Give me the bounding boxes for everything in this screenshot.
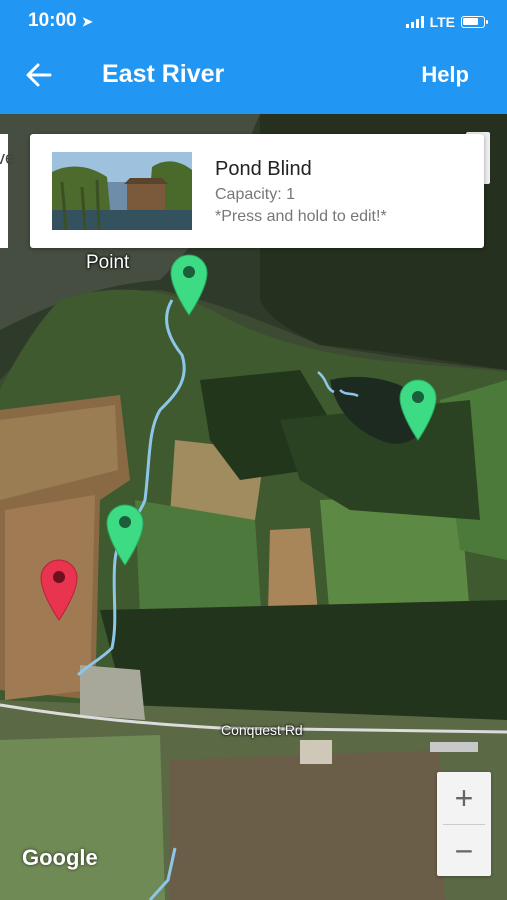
- network-label: LTE: [429, 14, 455, 30]
- page-title: East River: [102, 60, 225, 88]
- help-button[interactable]: Help: [421, 62, 469, 88]
- zoom-out-button[interactable]: −: [437, 825, 491, 877]
- status-time-text: 10:00: [28, 10, 77, 31]
- signal-icon: [405, 16, 424, 28]
- location-arrow-icon: ➤: [81, 14, 93, 29]
- partial-info-card[interactable]: rve: [0, 134, 15, 248]
- zoom-in-button[interactable]: +: [437, 772, 491, 824]
- map-pin-icon: [106, 504, 144, 566]
- map-pin-icon: [40, 559, 78, 621]
- status-indicators: LTE: [405, 14, 488, 30]
- card-hint: *Press and hold to edit!*: [215, 208, 387, 225]
- map-place-label: Point: [86, 252, 130, 273]
- zoom-controls: + −: [437, 772, 491, 876]
- marker-green-2[interactable]: [398, 378, 438, 442]
- marker-red[interactable]: [39, 558, 79, 622]
- back-arrow-icon[interactable]: [22, 58, 56, 92]
- google-logo: Google: [22, 845, 98, 870]
- card-title: Pond Blind: [215, 158, 312, 180]
- app-header: 10:00 ➤ LTE East River Help: [0, 0, 507, 114]
- status-time: 10:00 ➤: [28, 10, 93, 32]
- marker-green-1[interactable]: [169, 253, 209, 317]
- blind-photo: [52, 152, 192, 230]
- map-pin-icon: [399, 379, 437, 441]
- partial-card-text: rve: [0, 148, 16, 168]
- card-capacity: Capacity: 1: [215, 186, 296, 203]
- blind-info-card[interactable]: Pond Blind Capacity: 1 *Press and hold t…: [30, 134, 484, 248]
- map-pin-icon: [170, 254, 208, 316]
- road-label: Conquest Rd: [221, 722, 303, 738]
- battery-icon: [461, 16, 488, 28]
- marker-green-3[interactable]: [105, 503, 145, 567]
